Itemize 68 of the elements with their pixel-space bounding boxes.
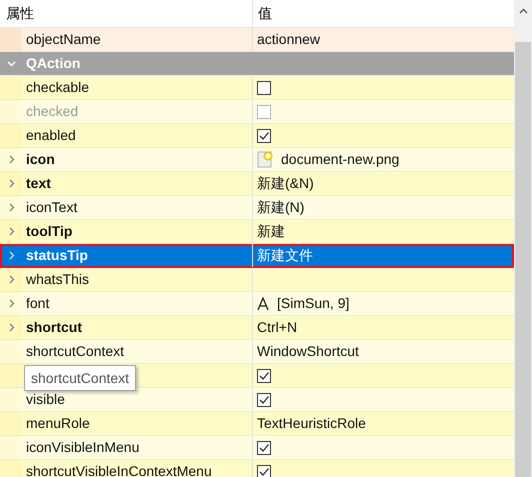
property-name: toolTip — [26, 222, 72, 241]
checkbox[interactable] — [257, 368, 271, 382]
property-value: 新建(N) — [257, 198, 304, 217]
column-header[interactable]: 属性 — [6, 3, 34, 24]
property-row[interactable]: text 新建(&N) — [0, 172, 514, 196]
property-row[interactable]: whatsThis — [0, 268, 514, 292]
font-icon — [257, 296, 269, 310]
checkbox[interactable] — [257, 464, 271, 477]
checkbox[interactable] — [257, 80, 271, 94]
expand-chevron-icon[interactable] — [6, 155, 16, 164]
property-row[interactable]: enabled — [0, 124, 514, 148]
property-value: actionnew — [257, 30, 320, 49]
property-name: shortcut — [26, 318, 82, 337]
scrollbar-thumb[interactable] — [515, 42, 531, 477]
property-name: checkable — [26, 78, 90, 97]
expand-chevron-icon[interactable] — [6, 227, 16, 236]
property-name: whatsThis — [26, 270, 90, 289]
property-row[interactable]: visible — [0, 388, 514, 412]
property-value: WindowShortcut — [257, 342, 359, 361]
property-row[interactable]: icon document-new.png — [0, 148, 514, 172]
property-name: statusTip — [26, 246, 88, 265]
expand-chevron-icon[interactable] — [6, 299, 16, 308]
document-icon — [257, 151, 273, 168]
property-name: icon — [26, 150, 55, 169]
expand-chevron-icon[interactable] — [6, 323, 16, 332]
checkbox[interactable] — [257, 392, 271, 406]
expand-chevron-icon[interactable] — [6, 179, 16, 188]
property-row[interactable]: font [SimSun, 9] — [0, 292, 514, 316]
property-name: iconVisibleInMenu — [26, 438, 140, 457]
property-row[interactable]: iconVisibleInMenu — [0, 436, 514, 460]
property-name: menuRole — [26, 414, 90, 433]
property-value: document-new.png — [281, 150, 400, 169]
scrollbar[interactable] — [514, 0, 532, 477]
property-value: [SimSun, 9] — [277, 294, 350, 313]
expand-chevron-icon[interactable] — [6, 275, 16, 284]
property-name: visible — [26, 390, 65, 409]
property-name: text — [26, 174, 51, 193]
property-name: checked — [26, 102, 78, 121]
property-value: Ctrl+N — [257, 318, 298, 337]
property-name: objectName — [26, 30, 101, 49]
column-header[interactable]: 值 — [258, 3, 272, 24]
checkbox[interactable] — [257, 128, 271, 142]
property-value: TextHeuristicRole — [257, 414, 366, 433]
property-row[interactable]: objectName actionnew — [0, 28, 514, 52]
property-name: shortcutVisibleInContextMenu — [26, 462, 212, 477]
property-value: 新建 — [257, 222, 285, 241]
property-row[interactable]: menuRole TextHeuristicRole — [0, 412, 514, 436]
expand-chevron-icon[interactable] — [6, 203, 16, 212]
property-name: font — [26, 294, 50, 313]
property-row[interactable]: shortcutContext WindowShortcut — [0, 340, 514, 364]
property-name: shortcutContext — [26, 342, 124, 361]
property-row[interactable]: shortcutVisibleInContextMenu — [0, 460, 514, 477]
property-row[interactable]: shortcutContext — [0, 364, 514, 388]
property-row[interactable]: checkable — [0, 76, 514, 100]
property-name: enabled — [26, 126, 76, 145]
property-row[interactable]: toolTip 新建 — [0, 220, 514, 244]
group-name: QAction — [26, 54, 80, 73]
expand-chevron-icon[interactable] — [6, 251, 16, 260]
property-row[interactable]: statusTip 新建文件 — [0, 244, 514, 268]
collapse-chevron-icon[interactable] — [6, 59, 16, 68]
property-value: 新建文件 — [257, 246, 313, 265]
property-value: 新建(&N) — [257, 174, 314, 193]
property-name: iconText — [26, 198, 78, 217]
scroll-up-icon[interactable] — [518, 8, 528, 14]
property-row[interactable]: iconText 新建(N) — [0, 196, 514, 220]
checkbox[interactable] — [257, 440, 271, 454]
tooltip: shortcutContext — [24, 365, 136, 391]
property-row[interactable]: shortcut Ctrl+N — [0, 316, 514, 340]
